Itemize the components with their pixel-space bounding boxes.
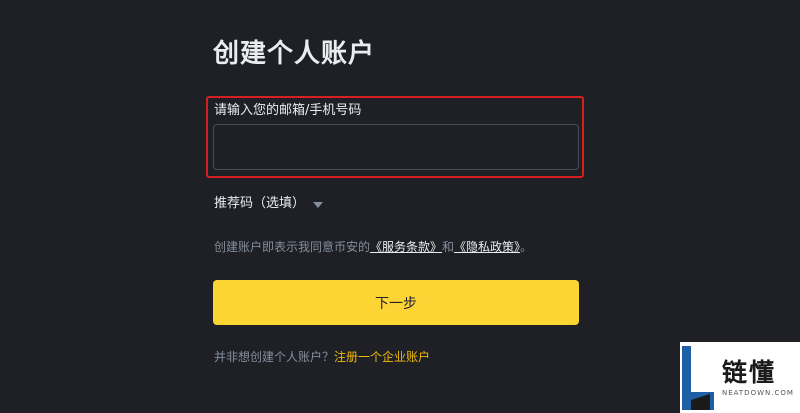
business-account-prompt: 并非想创建个人账户？注册一个企业账户: [214, 349, 430, 365]
privacy-policy-link[interactable]: 《隐私政策》: [454, 240, 520, 254]
referral-code-label: 推荐码（选填）: [214, 196, 306, 211]
referral-code-toggle[interactable]: 推荐码（选填）: [214, 195, 324, 213]
watermark-logo-icon: [680, 342, 720, 413]
page-title: 创建个人账户: [213, 39, 376, 69]
terms-conjunction: 和: [442, 240, 455, 254]
terms-of-service-link[interactable]: 《服务条款》: [370, 240, 442, 254]
watermark-chinese-text: 链懂: [722, 357, 777, 387]
email-phone-input[interactable]: [213, 124, 579, 170]
signup-page: 创建个人账户 请输入您的邮箱/手机号码 推荐码（选填） 创建账户即表示我同意币安…: [0, 0, 800, 413]
watermark-english-text: NEATDOWN.COM: [722, 388, 794, 397]
register-business-account-link[interactable]: 注册一个企业账户: [334, 350, 430, 364]
site-watermark: 链懂 NEATDOWN.COM: [680, 342, 800, 413]
terms-agreement-text: 创建账户即表示我同意币安的《服务条款》和《隐私政策》。: [214, 239, 532, 255]
terms-suffix: 。: [520, 240, 533, 254]
business-prompt-text: 并非想创建个人账户？: [214, 350, 335, 364]
terms-prefix: 创建账户即表示我同意币安的: [214, 240, 371, 254]
email-field-label: 请输入您的邮箱/手机号码: [214, 103, 362, 118]
caret-down-icon: [313, 201, 324, 208]
next-step-button[interactable]: 下一步: [213, 280, 579, 325]
